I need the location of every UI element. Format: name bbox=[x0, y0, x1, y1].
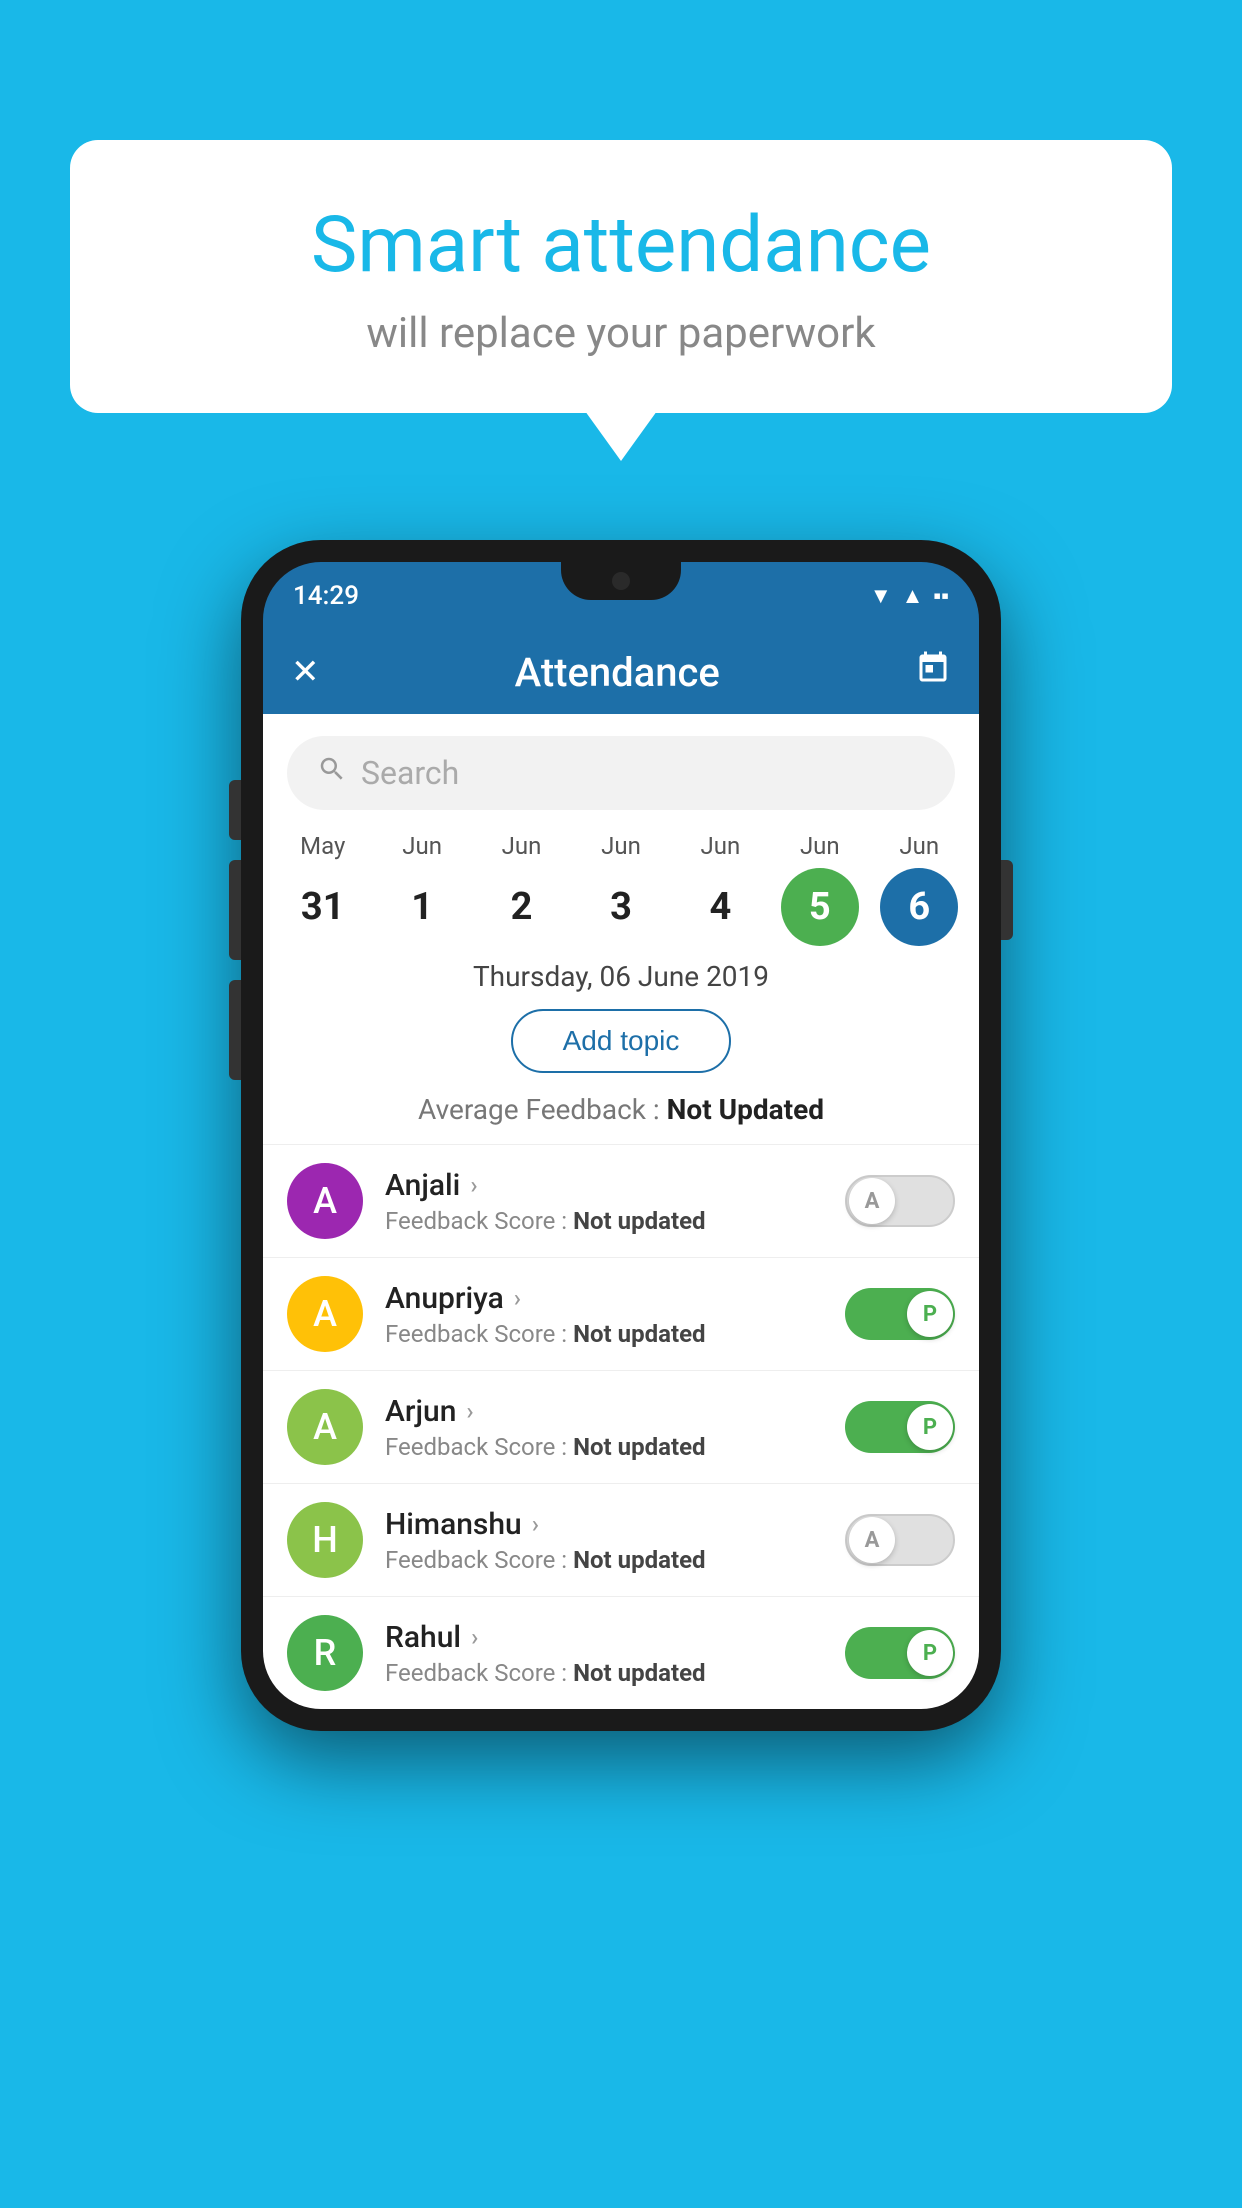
student-name: Rahul › bbox=[385, 1620, 845, 1655]
avatar: H bbox=[287, 1502, 363, 1578]
cal-month-label: Jun bbox=[601, 832, 641, 860]
attendance-toggle[interactable]: A bbox=[845, 1175, 955, 1227]
signal-icon: ▲ bbox=[902, 583, 924, 609]
toggle-track: P bbox=[845, 1627, 955, 1679]
avg-feedback-value: Not Updated bbox=[667, 1093, 824, 1126]
add-topic-button[interactable]: Add topic bbox=[511, 1009, 732, 1073]
calendar-day[interactable]: Jun 3 bbox=[573, 832, 668, 946]
toggle-thumb: P bbox=[907, 1404, 953, 1450]
chevron-right-icon: › bbox=[532, 1510, 539, 1538]
calendar-day[interactable]: Jun 5 bbox=[772, 832, 867, 946]
speech-bubble: Smart attendance will replace your paper… bbox=[70, 140, 1172, 413]
avg-feedback: Average Feedback : Not Updated bbox=[263, 1093, 979, 1126]
bubble-title: Smart attendance bbox=[120, 200, 1122, 291]
calendar-day[interactable]: May 31 bbox=[275, 832, 370, 946]
screen-content: Search May 31 Jun 1 Jun 2 Jun 3 Jun 4 Jun 5 Jun 6 Thu… bbox=[263, 714, 979, 1709]
student-name: Anupriya › bbox=[385, 1281, 845, 1316]
calendar-day[interactable]: Jun 1 bbox=[375, 832, 470, 946]
toggle-track: A bbox=[845, 1514, 955, 1566]
chevron-right-icon: › bbox=[471, 1623, 478, 1651]
cal-month-label: Jun bbox=[701, 832, 741, 860]
attendance-toggle[interactable]: P bbox=[845, 1401, 955, 1453]
calendar-button[interactable] bbox=[915, 650, 951, 695]
wifi-icon: ▼ bbox=[870, 583, 892, 609]
toggle-thumb: A bbox=[849, 1178, 895, 1224]
chevron-right-icon: › bbox=[466, 1397, 473, 1425]
bubble-subtitle: will replace your paperwork bbox=[120, 309, 1122, 358]
selected-date-label: Thursday, 06 June 2019 bbox=[263, 960, 979, 993]
notch bbox=[561, 562, 681, 600]
cal-date-label: 4 bbox=[681, 868, 759, 946]
student-info: Himanshu › Feedback Score : Not updated bbox=[385, 1507, 845, 1574]
cal-date-label: 2 bbox=[483, 868, 561, 946]
cal-month-label: May bbox=[300, 832, 345, 860]
student-name: Anjali › bbox=[385, 1168, 845, 1203]
toggle-track: A bbox=[845, 1175, 955, 1227]
student-item[interactable]: AAnjali ›Feedback Score : Not updatedA bbox=[263, 1144, 979, 1257]
student-info: Rahul › Feedback Score : Not updated bbox=[385, 1620, 845, 1687]
cal-date-label: 5 bbox=[781, 868, 859, 946]
power-button bbox=[1001, 860, 1013, 940]
student-item[interactable]: A Anupriya › Feedback Score : Not updated P bbox=[263, 1257, 979, 1370]
chevron-right-icon: › bbox=[470, 1171, 477, 1199]
student-feedback: Feedback Score : Not updated bbox=[385, 1207, 845, 1235]
battery-icon: ▪▪ bbox=[933, 583, 949, 609]
student-info: Arjun › Feedback Score : Not updated bbox=[385, 1394, 845, 1461]
cal-month-label: Jun bbox=[502, 832, 542, 860]
student-feedback: Feedback Score : Not updated bbox=[385, 1659, 845, 1687]
phone-body: 14:29 ▼ ▲ ▪▪ ✕ Attendance bbox=[241, 540, 1001, 1731]
search-icon bbox=[317, 754, 347, 792]
avatar: A bbox=[287, 1389, 363, 1465]
close-button[interactable]: ✕ bbox=[291, 652, 320, 692]
app-toolbar: ✕ Attendance bbox=[263, 630, 979, 714]
toolbar-title: Attendance bbox=[515, 649, 720, 696]
avg-feedback-label: Average Feedback : bbox=[418, 1093, 660, 1126]
phone-container: 14:29 ▼ ▲ ▪▪ ✕ Attendance bbox=[241, 540, 1001, 1731]
toggle-thumb: P bbox=[907, 1630, 953, 1676]
cal-month-label: Jun bbox=[402, 832, 442, 860]
toggle-track: P bbox=[845, 1401, 955, 1453]
cal-month-label: Jun bbox=[800, 832, 840, 860]
student-name: Himanshu › bbox=[385, 1507, 845, 1542]
student-name: Arjun › bbox=[385, 1394, 845, 1429]
avatar: A bbox=[287, 1163, 363, 1239]
camera bbox=[612, 572, 630, 590]
student-list: AAnjali ›Feedback Score : Not updatedAAA… bbox=[263, 1144, 979, 1709]
chevron-right-icon: › bbox=[514, 1284, 521, 1312]
volume-silent-button bbox=[229, 780, 241, 840]
student-item[interactable]: A Arjun › Feedback Score : Not updated P bbox=[263, 1370, 979, 1483]
attendance-toggle[interactable]: P bbox=[845, 1627, 955, 1679]
search-placeholder: Search bbox=[361, 754, 459, 792]
volume-down-button bbox=[229, 980, 241, 1080]
student-info: Anjali › Feedback Score : Not updated bbox=[385, 1168, 845, 1235]
cal-date-label: 1 bbox=[383, 868, 461, 946]
speech-bubble-container: Smart attendance will replace your paper… bbox=[70, 140, 1172, 413]
calendar-day[interactable]: Jun 2 bbox=[474, 832, 569, 946]
toggle-track: P bbox=[845, 1288, 955, 1340]
avatar: R bbox=[287, 1615, 363, 1691]
status-bar: 14:29 ▼ ▲ ▪▪ bbox=[263, 562, 979, 630]
student-item[interactable]: H Himanshu › Feedback Score : Not updatedA bbox=[263, 1483, 979, 1596]
student-item[interactable]: R Rahul › Feedback Score : Not updated P bbox=[263, 1596, 979, 1709]
attendance-toggle[interactable]: P bbox=[845, 1288, 955, 1340]
student-feedback: Feedback Score : Not updated bbox=[385, 1546, 845, 1574]
calendar-day[interactable]: Jun 4 bbox=[673, 832, 768, 946]
cal-date-label: 6 bbox=[880, 868, 958, 946]
cal-date-label: 3 bbox=[582, 868, 660, 946]
cal-month-label: Jun bbox=[899, 832, 939, 860]
avatar: A bbox=[287, 1276, 363, 1352]
toggle-thumb: P bbox=[907, 1291, 953, 1337]
status-time: 14:29 bbox=[293, 581, 359, 611]
student-info: Anupriya › Feedback Score : Not updated bbox=[385, 1281, 845, 1348]
status-icons: ▼ ▲ ▪▪ bbox=[870, 583, 949, 609]
cal-date-label: 31 bbox=[284, 868, 362, 946]
attendance-toggle[interactable]: A bbox=[845, 1514, 955, 1566]
calendar-day[interactable]: Jun 6 bbox=[872, 832, 967, 946]
toggle-thumb: A bbox=[849, 1517, 895, 1563]
calendar-strip: May 31 Jun 1 Jun 2 Jun 3 Jun 4 Jun 5 Jun 6 bbox=[263, 832, 979, 946]
volume-up-button bbox=[229, 860, 241, 960]
student-feedback: Feedback Score : Not updated bbox=[385, 1433, 845, 1461]
search-bar[interactable]: Search bbox=[287, 736, 955, 810]
student-feedback: Feedback Score : Not updated bbox=[385, 1320, 845, 1348]
